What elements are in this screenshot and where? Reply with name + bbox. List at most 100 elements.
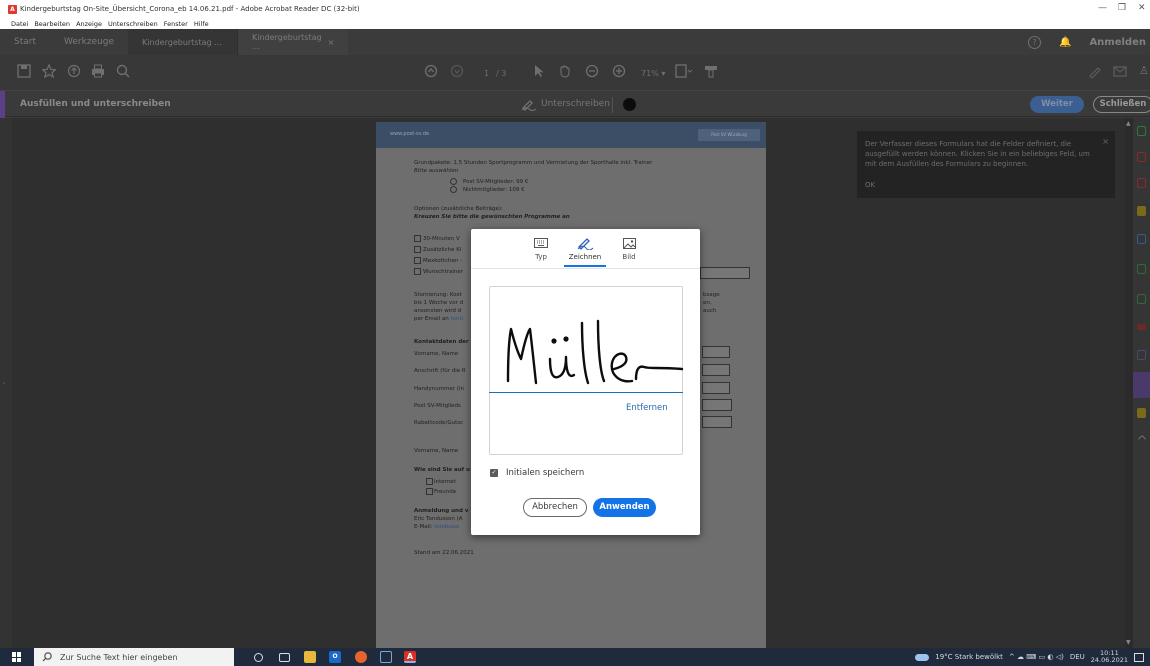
system-tray: 19°C Stark bewölkt ^ ☁ ⌨ ▭ ◐ ◁) DEU 10:1… <box>915 648 1144 666</box>
markup-icon[interactable] <box>704 64 718 78</box>
optionen-heading: Optionen <box>414 206 440 212</box>
name-field[interactable] <box>702 346 730 358</box>
zoom-in-icon[interactable] <box>612 64 626 78</box>
scroll-down-icon[interactable]: ▼ <box>1126 639 1131 646</box>
windows-start-icon[interactable] <box>12 652 22 662</box>
save-initials-row[interactable]: ✓ Initialen speichern <box>490 468 584 478</box>
bookmark-icon[interactable] <box>42 64 56 78</box>
notifications-icon[interactable] <box>1134 652 1144 662</box>
tray-icons[interactable]: ^ ☁ ⌨ ▭ ◐ ◁) <box>1009 653 1064 661</box>
edit-pdf-icon[interactable] <box>1137 178 1146 188</box>
clock[interactable]: 10:11 24.06.2021 <box>1091 650 1128 664</box>
redact-icon[interactable] <box>1137 324 1146 330</box>
storno-right-1: bsage <box>703 292 720 298</box>
form-notice-text: Der Verfasser dieses Formulars hat die F… <box>865 140 1090 168</box>
organize-icon[interactable] <box>1137 264 1146 274</box>
protect-icon[interactable] <box>1137 350 1146 360</box>
checkbox-option-3[interactable] <box>414 257 421 264</box>
select-icon[interactable] <box>533 64 545 78</box>
menu-bearbeiten[interactable]: Bearbeiten <box>34 20 70 28</box>
close-tool-button[interactable]: Schließen <box>1093 96 1150 113</box>
help-icon[interactable]: ? <box>1027 35 1041 49</box>
signature-canvas[interactable] <box>489 286 684 455</box>
person-icon[interactable]: ♙ <box>1139 64 1149 77</box>
zoom-out-icon[interactable] <box>585 64 599 78</box>
tab-image[interactable]: Bild <box>608 236 650 267</box>
anmeldung-email-link[interactable]: tondusso <box>434 524 459 530</box>
hand-icon[interactable] <box>558 64 572 78</box>
menu-anzeige[interactable]: Anzeige <box>76 20 102 28</box>
page-down-icon[interactable] <box>450 64 464 78</box>
bell-icon[interactable]: 🔔 <box>1059 37 1071 48</box>
save-initials-checkbox[interactable]: ✓ <box>490 469 498 477</box>
radio-nonmember[interactable] <box>450 186 457 193</box>
save-icon[interactable] <box>17 64 31 78</box>
tab-type[interactable]: Typ <box>520 236 562 267</box>
coupon-field[interactable] <box>702 416 732 428</box>
scroll-up-icon[interactable]: ▲ <box>1126 120 1131 127</box>
zoom-level-select[interactable]: 71% ▾ <box>641 69 665 78</box>
close-window-button[interactable]: ✕ <box>1138 3 1146 13</box>
wishtrainer-field[interactable] <box>700 267 750 279</box>
acrobat-taskbar-icon[interactable]: A <box>404 651 416 663</box>
sign-tool-button[interactable]: Unterschreiben <box>521 97 610 111</box>
tab-document-2[interactable]: Kindergeburtstag ... × <box>238 29 349 55</box>
notice-ok-button[interactable]: OK <box>865 180 875 190</box>
search-icon[interactable] <box>116 64 130 78</box>
checkbox-friends[interactable] <box>426 488 433 495</box>
checkbox-option-2[interactable] <box>414 246 421 253</box>
weather-text[interactable]: 19°C Stark bewölkt <box>935 653 1003 661</box>
file-explorer-icon[interactable] <box>304 651 316 663</box>
checkbox-option-1[interactable] <box>414 235 421 242</box>
collapse-rail-icon[interactable] <box>1137 434 1147 444</box>
next-button[interactable]: Weiter <box>1030 96 1084 113</box>
outlook-icon[interactable]: O <box>329 651 341 663</box>
compress-icon[interactable] <box>1137 294 1146 304</box>
tab-document-1[interactable]: Kindergeburtstag ... <box>128 29 239 55</box>
language-indicator[interactable]: DEU <box>1070 653 1085 661</box>
signin-button[interactable]: Anmelden <box>1089 37 1146 48</box>
page-number-input[interactable]: 1 <box>484 69 489 78</box>
mail-icon[interactable] <box>1113 64 1127 78</box>
combine-icon[interactable] <box>1137 234 1146 244</box>
menu-datei[interactable]: Datei <box>11 20 28 28</box>
ink-color-picker[interactable] <box>623 98 636 111</box>
apply-button[interactable]: Anwenden <box>593 498 656 517</box>
maximize-button[interactable]: ❐ <box>1118 3 1126 13</box>
cortana-icon[interactable] <box>254 653 263 662</box>
page-up-icon[interactable] <box>424 64 438 78</box>
cancel-button[interactable]: Abbrechen <box>523 498 587 517</box>
task-view-icon[interactable] <box>279 653 290 662</box>
print-icon[interactable] <box>91 64 105 78</box>
create-pdf-icon[interactable] <box>1137 152 1146 162</box>
firefox-icon[interactable] <box>355 651 367 663</box>
checkbox-option-4[interactable] <box>414 268 421 275</box>
menu-fenster[interactable]: Fenster <box>164 20 188 28</box>
export-pdf-icon[interactable] <box>1137 126 1146 136</box>
comment-icon[interactable] <box>1137 206 1146 216</box>
fill-sign-rail-icon[interactable] <box>1133 372 1150 398</box>
menu-unterschreiben[interactable]: Unterschreiben <box>108 20 158 28</box>
tab-start[interactable]: Start <box>0 29 50 55</box>
fit-icon[interactable] <box>675 64 693 78</box>
storno-email-link[interactable]: tond <box>451 316 464 322</box>
upload-icon[interactable] <box>67 64 81 78</box>
taskbar-search-box[interactable]: Zur Suche Text hier eingeben <box>34 648 234 666</box>
request-sign-icon[interactable] <box>1137 408 1146 418</box>
minimize-button[interactable]: — <box>1098 3 1107 13</box>
tab-tools[interactable]: Werkzeuge <box>50 29 128 55</box>
member-field[interactable] <box>702 399 732 411</box>
checkbox-internet[interactable] <box>426 478 433 485</box>
menu-hilfe[interactable]: Hilfe <box>194 20 209 28</box>
radio-member[interactable] <box>450 178 457 185</box>
tab-draw[interactable]: Zeichnen <box>564 236 606 267</box>
sign-icon[interactable] <box>1088 64 1102 78</box>
vertical-scrollbar[interactable]: ▲ ▼ <box>1125 118 1133 648</box>
address-field[interactable] <box>702 364 730 376</box>
snipping-tool-icon[interactable] <box>380 651 392 663</box>
left-panel-toggle[interactable]: › <box>0 118 12 648</box>
remove-signature-link[interactable]: Entfernen <box>626 403 668 413</box>
phone-field[interactable] <box>702 382 730 394</box>
tab-close-icon[interactable]: × <box>328 38 335 47</box>
notice-close-icon[interactable]: × <box>1102 137 1109 147</box>
